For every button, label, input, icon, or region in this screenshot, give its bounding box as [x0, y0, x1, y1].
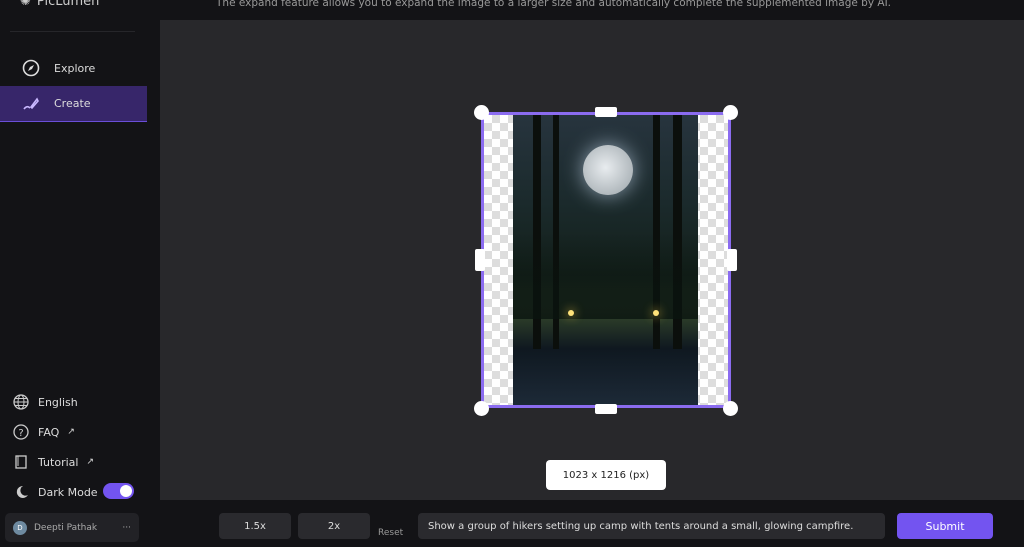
resize-handle-top[interactable] [595, 107, 617, 117]
user-profile[interactable]: D Deepti Pathak ··· [5, 513, 139, 542]
svg-text:?: ? [18, 428, 23, 439]
sidebar-item-label: Explore [54, 61, 96, 75]
resize-handle-right[interactable] [727, 249, 737, 271]
faq-link[interactable]: ? FAQ ↗ [12, 423, 75, 441]
submit-button[interactable]: Submit [897, 513, 993, 539]
help-icon: ? [12, 423, 30, 441]
sidebar-item-label: Create [54, 97, 91, 110]
dark-mode-toggle[interactable] [103, 483, 134, 499]
language-selector[interactable]: English [12, 393, 78, 411]
sidebar: ✺ PicLumen Explore Create English ? FAQ ↗ T… [0, 0, 147, 547]
size-label: 1023 x 1216 (px) [546, 460, 666, 490]
language-label: English [38, 395, 78, 409]
scale-1-5x-button[interactable]: 1.5x [219, 513, 291, 539]
resize-handle-left[interactable] [475, 249, 485, 271]
brush-icon [22, 95, 40, 113]
globe-icon [12, 393, 30, 411]
scale-2x-button[interactable]: 2x [298, 513, 370, 539]
feature-description: The expand feature allows you to expand … [216, 0, 892, 9]
tutorial-label: Tutorial [38, 455, 79, 469]
prompt-input[interactable]: Show a group of hikers setting up camp w… [418, 513, 885, 539]
resize-handle-top-left[interactable] [474, 105, 489, 120]
sidebar-item-create[interactable]: Create [0, 86, 147, 122]
avatar: D [13, 520, 27, 535]
dark-mode-label: Dark Mode [38, 485, 98, 499]
expand-frame[interactable] [481, 112, 731, 408]
moon-icon [12, 483, 30, 501]
dark-mode-row: Dark Mode [12, 483, 98, 501]
user-name: Deepti Pathak [34, 522, 98, 533]
reset-button[interactable]: Reset [378, 528, 403, 538]
sidebar-item-explore[interactable]: Explore [0, 50, 147, 86]
more-icon[interactable]: ··· [122, 523, 131, 533]
tutorial-link[interactable]: Tutorial ↗ [12, 453, 94, 471]
external-link-icon: ↗ [86, 457, 94, 467]
compass-icon [22, 59, 40, 77]
resize-handle-top-right[interactable] [723, 105, 738, 120]
resize-handle-bottom-left[interactable] [474, 401, 489, 416]
logo-icon: ✺ [20, 0, 31, 9]
book-icon [12, 453, 30, 471]
logo[interactable]: ✺ PicLumen [20, 0, 99, 9]
faq-label: FAQ [38, 425, 60, 439]
app-name: PicLumen [36, 0, 100, 9]
resize-handle-bottom[interactable] [595, 404, 617, 414]
resize-handle-bottom-right[interactable] [723, 401, 738, 416]
divider [10, 31, 135, 32]
external-link-icon: ↗ [67, 427, 75, 437]
